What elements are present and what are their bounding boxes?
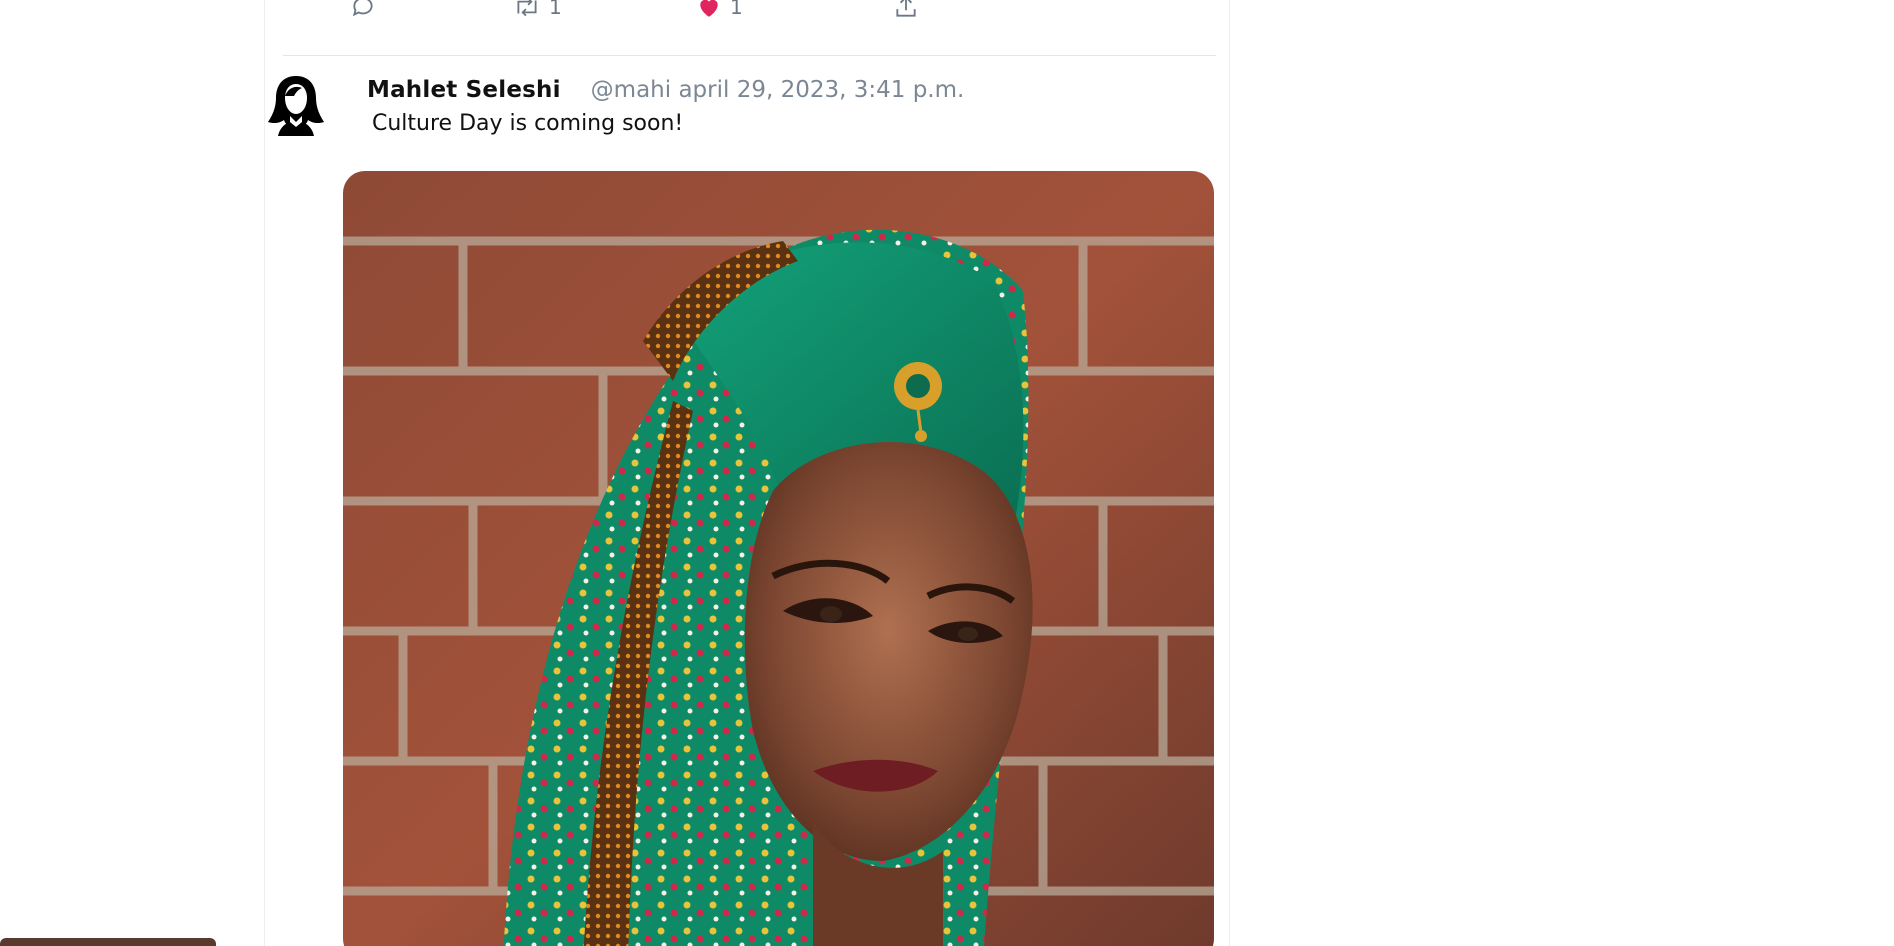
author-handle-and-timestamp[interactable]: @mahi april 29, 2023, 3:41 p.m. bbox=[591, 77, 965, 103]
retweet-button[interactable]: 1 bbox=[513, 0, 562, 20]
page: 1 1 Mahlet Seleshi @mahi april 29, 2023,… bbox=[0, 0, 1894, 946]
share-icon bbox=[893, 0, 919, 20]
tweet-divider bbox=[283, 55, 1216, 56]
retweet-icon bbox=[513, 0, 541, 20]
tweet-text: Culture Day is coming soon! bbox=[372, 111, 684, 136]
reply-button[interactable] bbox=[350, 0, 384, 20]
reply-icon bbox=[350, 0, 376, 20]
retweet-count: 1 bbox=[549, 0, 562, 19]
like-button[interactable]: 1 bbox=[696, 0, 743, 20]
bottom-toast-bar bbox=[0, 938, 216, 946]
heart-icon bbox=[696, 0, 722, 20]
tweet-header: Mahlet Seleshi @mahi april 29, 2023, 3:4… bbox=[367, 77, 964, 103]
tweet-media-image[interactable] bbox=[343, 171, 1214, 946]
feed-column: 1 1 Mahlet Seleshi @mahi april 29, 2023,… bbox=[264, 0, 1230, 946]
avatar[interactable] bbox=[268, 74, 324, 136]
share-button[interactable] bbox=[893, 0, 919, 20]
portrait-photo bbox=[343, 171, 1214, 946]
previous-tweet-action-bar: 1 1 bbox=[350, 0, 950, 22]
author-name[interactable]: Mahlet Seleshi bbox=[367, 77, 561, 103]
avatar-silhouette-icon bbox=[268, 76, 324, 136]
like-count: 1 bbox=[730, 0, 743, 19]
